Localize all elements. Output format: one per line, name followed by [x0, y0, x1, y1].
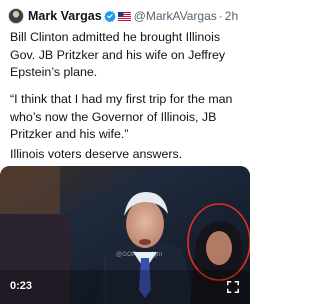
header-separator: · — [218, 9, 223, 23]
verified-badge-icon — [103, 10, 116, 22]
us-flag-icon — [117, 11, 131, 21]
tweet-timestamp[interactable]: 2h — [225, 9, 238, 23]
video-player[interactable]: @GOPoversight 0:23 — [0, 166, 250, 304]
tweet-paragraph-quote: “I think that I had my first trip for th… — [10, 92, 233, 141]
tweet-paragraph: Bill Clinton admitted he brought Illinoi… — [10, 30, 226, 79]
expand-icon[interactable] — [226, 280, 240, 294]
avatar[interactable] — [8, 8, 24, 24]
author-name[interactable]: Mark Vargas — [28, 9, 102, 23]
author-handle[interactable]: @MarkAVargas — [134, 9, 217, 23]
tweet-header: Mark Vargas @MarkAVargas · 2h — [8, 4, 248, 28]
tweet-paragraph: Illinois voters deserve answers. — [10, 147, 183, 161]
video-duration: 0:23 — [10, 280, 33, 292]
video-watermark: @GOPoversight — [116, 252, 163, 258]
video-frame — [0, 166, 250, 304]
